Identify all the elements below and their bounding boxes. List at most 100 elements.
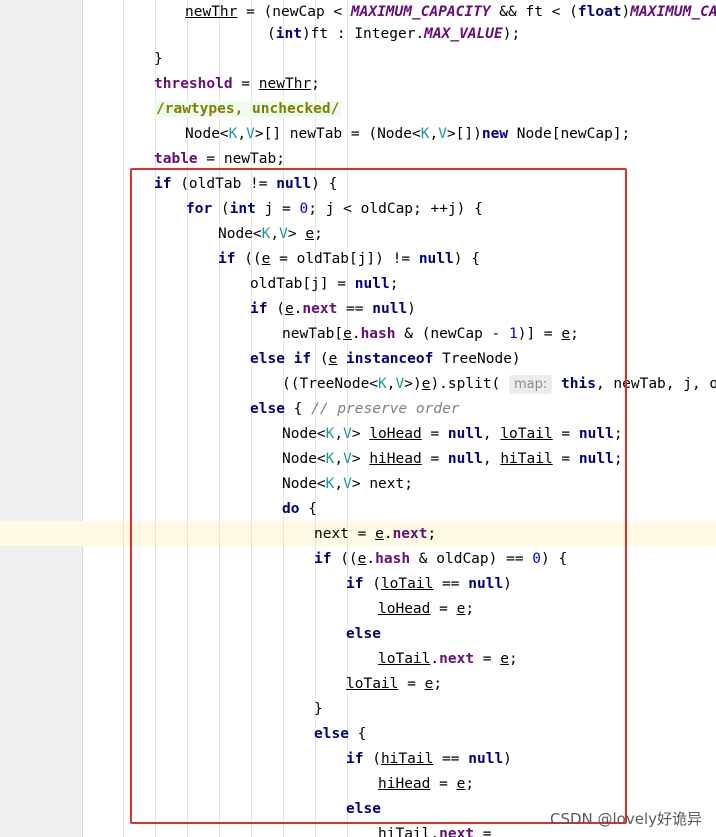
code-token: e: [500, 651, 509, 667]
code-line-if-next-null[interactable]: if (e.next == null): [250, 297, 416, 322]
code-token: if: [250, 301, 268, 317]
code-token: 1: [509, 326, 518, 342]
code-token: .: [366, 551, 376, 567]
code-token: do: [282, 501, 300, 517]
code-line-next-decl[interactable]: Node<K,V> next;: [282, 472, 413, 497]
code-token: MAX_VALUE: [424, 26, 503, 42]
code-token: .: [351, 326, 361, 342]
code-token: V: [246, 126, 255, 142]
code-line-if-oldtab[interactable]: if (oldTab != null) {: [154, 172, 337, 197]
code-token: {: [284, 401, 312, 417]
code-token: (: [267, 301, 285, 317]
code-line-newtab-hash[interactable]: newTab[e.hash & (newCap - 1)] = e;: [282, 322, 579, 347]
code-token: ,: [482, 426, 501, 442]
code-token: V: [438, 126, 447, 142]
code-token: >: [351, 451, 370, 467]
code-token: ;: [465, 776, 475, 792]
code-token: table: [154, 151, 198, 167]
code-token: if: [346, 751, 364, 767]
code-line-next-assign[interactable]: next = e.next;: [314, 522, 436, 547]
code-token: else: [250, 401, 285, 417]
code-token: e: [328, 351, 338, 367]
code-editor[interactable]: newThr = (newCap < MAXIMUM_CAPACITY && f…: [83, 0, 716, 837]
code-line-oldtab-null[interactable]: oldTab[j] = null;: [250, 272, 398, 297]
code-line-int-cast[interactable]: (int)ft : Integer.MAX_VALUE);: [267, 22, 520, 47]
code-token: = oldTab[j]) !=: [270, 251, 419, 267]
code-token: 0: [532, 551, 542, 567]
code-token: ;: [389, 276, 399, 292]
code-token: e: [284, 301, 294, 317]
code-token: >: [287, 226, 306, 242]
code-token: =: [232, 76, 259, 92]
code-token: (: [267, 26, 276, 42]
code-token: e: [305, 226, 315, 242]
code-line-if-lotail-null[interactable]: if (loTail == null): [346, 572, 512, 597]
code-line-suppress-annotation[interactable]: /rawtypes, unchecked/: [154, 97, 342, 122]
code-token: hiHead: [378, 776, 431, 792]
code-token: ,: [334, 426, 344, 442]
code-token: ).split(: [430, 376, 510, 392]
code-line-if-e-assign[interactable]: if ((e = oldTab[j]) != null) {: [218, 247, 480, 272]
code-line-hihead-decl[interactable]: Node<K,V> hiHead = null, hiTail = null;: [282, 447, 623, 472]
code-token: }: [154, 51, 163, 67]
code-token: loTail: [500, 426, 553, 442]
code-token: e: [343, 326, 352, 342]
code-token: (: [363, 576, 381, 592]
code-token: .: [430, 651, 440, 667]
code-token: >[] newTab = (Node<: [254, 126, 421, 142]
code-token: null: [418, 251, 454, 267]
code-token: Node<: [282, 426, 326, 442]
code-line-threshold-assign[interactable]: threshold = newThr;: [154, 72, 320, 97]
code-line-if-hash-oldcap[interactable]: if ((e.hash & oldCap) == 0) {: [314, 547, 567, 572]
code-token: TreeNode): [433, 351, 521, 367]
code-token: .: [430, 826, 440, 837]
code-token: ;: [465, 601, 475, 617]
code-token: next: [439, 651, 475, 667]
code-token: loHead: [378, 601, 431, 617]
code-line-for-loop[interactable]: for (int j = 0; j < oldCap; ++j) {: [186, 197, 483, 222]
code-token: hash: [360, 326, 396, 342]
code-token: loTail: [346, 676, 399, 692]
parameter-hint: map:: [509, 375, 553, 394]
code-token: Node<: [282, 451, 326, 467]
code-token: V: [279, 226, 288, 242]
code-token: & oldCap) ==: [410, 551, 533, 567]
code-token: >): [404, 376, 422, 392]
code-line-if-hitail-null[interactable]: if (hiTail == null): [346, 747, 512, 772]
code-line-lotail-next-assign[interactable]: loTail.next = e;: [378, 647, 518, 672]
code-token: next: [392, 526, 428, 542]
code-line-hitail-next-assign[interactable]: hiTail.next =: [378, 822, 500, 837]
code-token: }: [314, 701, 323, 717]
code-line-node-e-decl[interactable]: Node<K,V> e;: [218, 222, 323, 247]
code-token: =: [474, 826, 501, 837]
code-token: null: [447, 451, 483, 467]
code-line-do[interactable]: do {: [282, 497, 317, 522]
code-line-else-open[interactable]: else {: [314, 722, 366, 747]
code-token: ((: [235, 251, 262, 267]
code-token: > next;: [351, 476, 413, 492]
code-token: ,: [334, 476, 344, 492]
indent-guide: [155, 0, 156, 837]
code-line-newtab-decl[interactable]: Node<K,V>[] newTab = (Node<K,V>[])new No…: [185, 122, 630, 147]
code-token: ((TreeNode<: [282, 376, 379, 392]
code-token: (oldTab !=: [171, 176, 277, 192]
code-line-split-call[interactable]: ((TreeNode<K,V>)e).split( map: this, new…: [282, 372, 716, 397]
code-line-else-2[interactable]: else: [346, 797, 381, 822]
code-token: newThr: [258, 76, 312, 92]
code-line-close-if[interactable]: }: [314, 697, 323, 722]
indent-guide: [123, 0, 124, 837]
code-line-else-1[interactable]: else: [346, 622, 381, 647]
code-line-lotail-assign[interactable]: loTail = e;: [346, 672, 442, 697]
code-token: ,: [482, 451, 501, 467]
code-line-else-if-treenode[interactable]: else if (e instanceof TreeNode): [250, 347, 521, 372]
code-line-lohead-decl[interactable]: Node<K,V> loHead = null, loTail = null;: [282, 422, 623, 447]
code-token: =: [474, 651, 501, 667]
code-line-lohead-assign[interactable]: loHead = e;: [378, 597, 474, 622]
code-line-else-preserve[interactable]: else { // preserve order: [250, 397, 460, 422]
code-token: >[]): [446, 126, 482, 142]
code-line-hihead-assign[interactable]: hiHead = e;: [378, 772, 474, 797]
code-line-table-assign[interactable]: table = newTab;: [154, 147, 285, 172]
code-token: null: [372, 301, 408, 317]
code-line-close-brace[interactable]: }: [154, 47, 163, 72]
code-token: && ft < (: [490, 4, 578, 20]
